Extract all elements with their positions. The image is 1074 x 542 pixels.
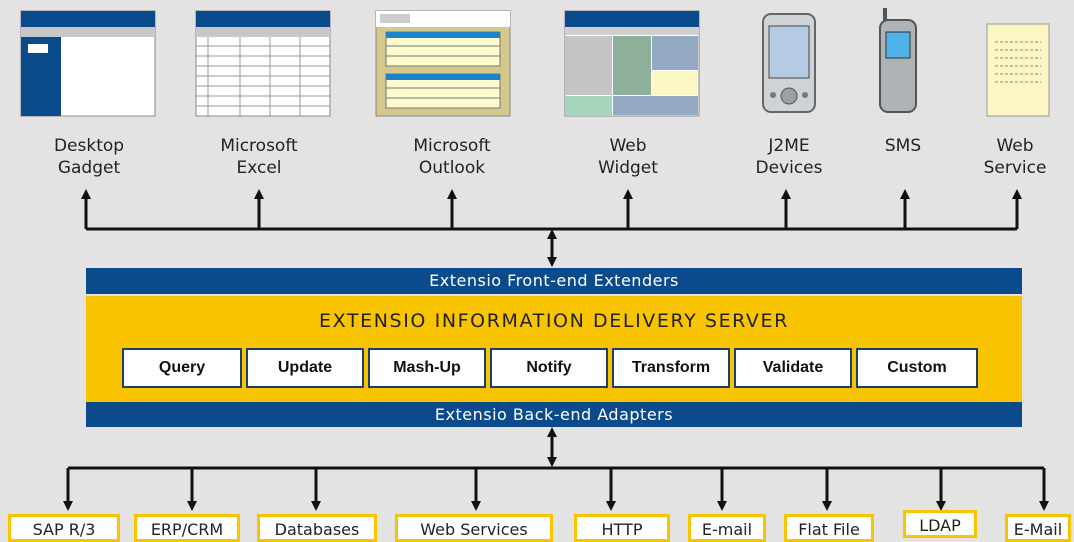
label-line: Devices — [755, 158, 823, 178]
label-line: Outlook — [418, 158, 486, 178]
service-mash-up: Mash-Up — [368, 348, 486, 388]
client-label-desktop-gadget: Desktop Gadget — [24, 135, 154, 179]
label-line: Widget — [598, 158, 658, 178]
service-notify: Notify — [490, 348, 608, 388]
source-email: E-mail — [688, 514, 766, 542]
back-end-band: Extensio Back-end Adapters — [86, 402, 1022, 427]
client-label-sms: SMS — [838, 135, 968, 157]
source-web-services: Web Services — [395, 514, 553, 542]
client-label-web-widget: Web Widget — [563, 135, 693, 179]
service-validate: Validate — [734, 348, 852, 388]
service-query: Query — [122, 348, 242, 388]
web-page-icon — [564, 10, 700, 117]
spreadsheet-icon — [195, 10, 331, 117]
service-transform: Transform — [612, 348, 730, 388]
top-arrows — [81, 189, 1022, 229]
label-line: Microsoft — [413, 136, 491, 156]
source-databases: Databases — [257, 514, 377, 542]
label-line: Web — [996, 136, 1034, 156]
label-line: Excel — [236, 158, 282, 178]
server-title: EXTENSIO INFORMATION DELIVERY SERVER — [319, 310, 789, 332]
bottom-arrows — [63, 468, 1049, 511]
document-icon — [986, 23, 1050, 117]
source-ldap: LDAP — [903, 510, 977, 538]
service-update: Update — [246, 348, 364, 388]
source-e-mail: E-Mail — [1005, 514, 1071, 542]
service-custom: Custom — [856, 348, 978, 388]
mobile-phone-icon — [879, 8, 917, 113]
front-end-band: Extensio Front-end Extenders — [86, 268, 1022, 294]
window-icon — [20, 10, 156, 117]
client-label-microsoft-excel: Microsoft Excel — [194, 135, 324, 179]
source-erp-crm: ERP/CRM — [134, 514, 240, 542]
delivery-server: EXTENSIO INFORMATION DELIVERY SERVER Que… — [86, 296, 1022, 402]
label-line: J2ME — [768, 136, 810, 156]
mail-client-icon — [375, 10, 511, 117]
source-sap-r3: SAP R/3 — [8, 514, 120, 542]
client-label-web-service: Web Service — [950, 135, 1074, 179]
client-label-j2me-devices: J2ME Devices — [724, 135, 854, 179]
label-line: Gadget — [57, 158, 121, 178]
source-flat-file: Flat File — [784, 514, 874, 542]
client-label-microsoft-outlook: Microsoft Outlook — [387, 135, 517, 179]
label-line: Microsoft — [220, 136, 298, 156]
label-line: Desktop — [53, 136, 125, 156]
source-http: HTTP — [574, 514, 670, 542]
label-line: SMS — [884, 136, 922, 156]
label-line: Web — [609, 136, 647, 156]
label-line: Service — [983, 158, 1047, 178]
pda-icon — [762, 13, 816, 113]
